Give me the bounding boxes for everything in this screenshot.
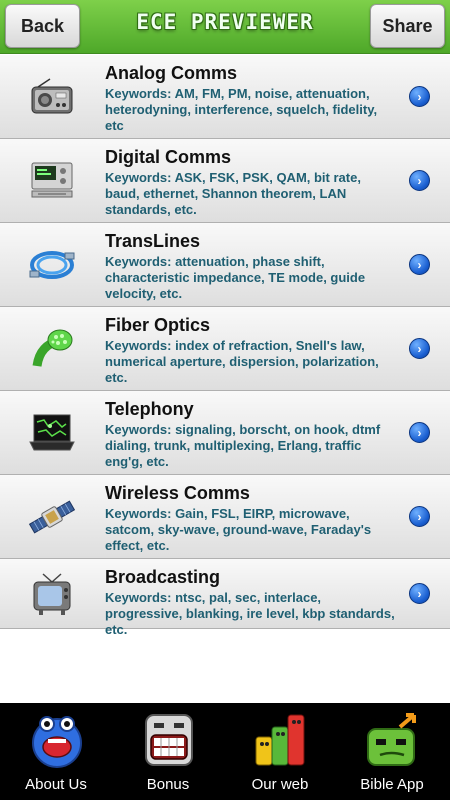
tab-bible-app[interactable]: Bible App [336, 703, 448, 800]
radio-icon [24, 69, 80, 125]
tv-icon [24, 567, 80, 623]
back-button[interactable]: Back [5, 4, 80, 48]
bottom-tab-bar: About Us Bonus Our web Bible App [0, 703, 450, 800]
header-bar: Back ECE PREVIEWER Share [0, 0, 450, 54]
chevron-right-icon[interactable]: › [409, 506, 430, 527]
topic-keywords: Keywords: AM, FM, PM, noise, attenuation… [105, 86, 378, 133]
colored-blocks-icon [255, 714, 305, 766]
share-button[interactable]: Share [370, 4, 445, 48]
topic-keywords: Keywords: attenuation, phase shift, char… [105, 254, 366, 301]
blue-monster-icon [32, 716, 82, 768]
topic-title: Broadcasting [105, 567, 221, 587]
topic-row-telephony[interactable]: Telephony Keywords: signaling, borscht, … [0, 391, 450, 475]
green-monster-icon [367, 713, 416, 766]
topic-title: Fiber Optics [105, 315, 211, 335]
topic-title: Digital Comms [105, 147, 232, 167]
chevron-right-icon[interactable]: › [409, 170, 430, 191]
chevron-right-icon[interactable]: › [409, 338, 430, 359]
topic-keywords: Keywords: Gain, FSL, EIRP, microwave, sa… [105, 506, 372, 553]
tab-label: Bible App [360, 776, 424, 793]
cable-icon [24, 237, 80, 293]
fiber-bundle-icon [24, 321, 80, 377]
topic-row-fiber-optics[interactable]: Fiber Optics Keywords: index of refracti… [0, 307, 450, 391]
chevron-right-icon[interactable]: › [409, 583, 430, 604]
chevron-right-icon[interactable]: › [409, 422, 430, 443]
topic-keywords: Keywords: index of refraction, Snell's l… [105, 338, 379, 385]
computer-terminal-icon [24, 153, 80, 209]
topic-row-broadcasting[interactable]: Broadcasting Keywords: ntsc, pal, sec, i… [0, 559, 450, 637]
chevron-right-icon[interactable]: › [409, 254, 430, 275]
app-title: ECE PREVIEWER [136, 10, 314, 34]
tab-about-us[interactable]: About Us [0, 703, 112, 800]
topic-title: Analog Comms [105, 63, 238, 83]
tab-label: About Us [25, 776, 87, 793]
grinning-face-icon [145, 714, 193, 766]
topic-row-wireless-comms[interactable]: Wireless Comms Keywords: Gain, FSL, EIRP… [0, 475, 450, 559]
topic-title: TransLines [105, 231, 201, 251]
laptop-map-icon [24, 405, 80, 461]
tab-bonus[interactable]: Bonus [112, 703, 224, 800]
topic-list: Analog Comms Keywords: AM, FM, PM, noise… [0, 55, 450, 637]
topic-row-analog-comms[interactable]: Analog Comms Keywords: AM, FM, PM, noise… [0, 55, 450, 139]
topic-keywords: Keywords: ntsc, pal, sec, interlace, pro… [105, 590, 395, 637]
tab-label: Our web [251, 776, 309, 793]
topic-row-translines[interactable]: TransLines Keywords: attenuation, phase … [0, 223, 450, 307]
topic-row-digital-comms[interactable]: Digital Comms Keywords: ASK, FSK, PSK, Q… [0, 139, 450, 223]
chevron-right-icon[interactable]: › [409, 86, 430, 107]
topic-keywords: Keywords: ASK, FSK, PSK, QAM, bit rate, … [105, 170, 361, 217]
topic-title: Telephony [105, 399, 194, 419]
satellite-icon [24, 489, 80, 545]
tab-our-web[interactable]: Our web [224, 703, 336, 800]
tab-label: Bonus [146, 776, 190, 793]
topic-keywords: Keywords: signaling, borscht, on hook, d… [105, 422, 381, 469]
topic-title: Wireless Comms [105, 483, 250, 503]
